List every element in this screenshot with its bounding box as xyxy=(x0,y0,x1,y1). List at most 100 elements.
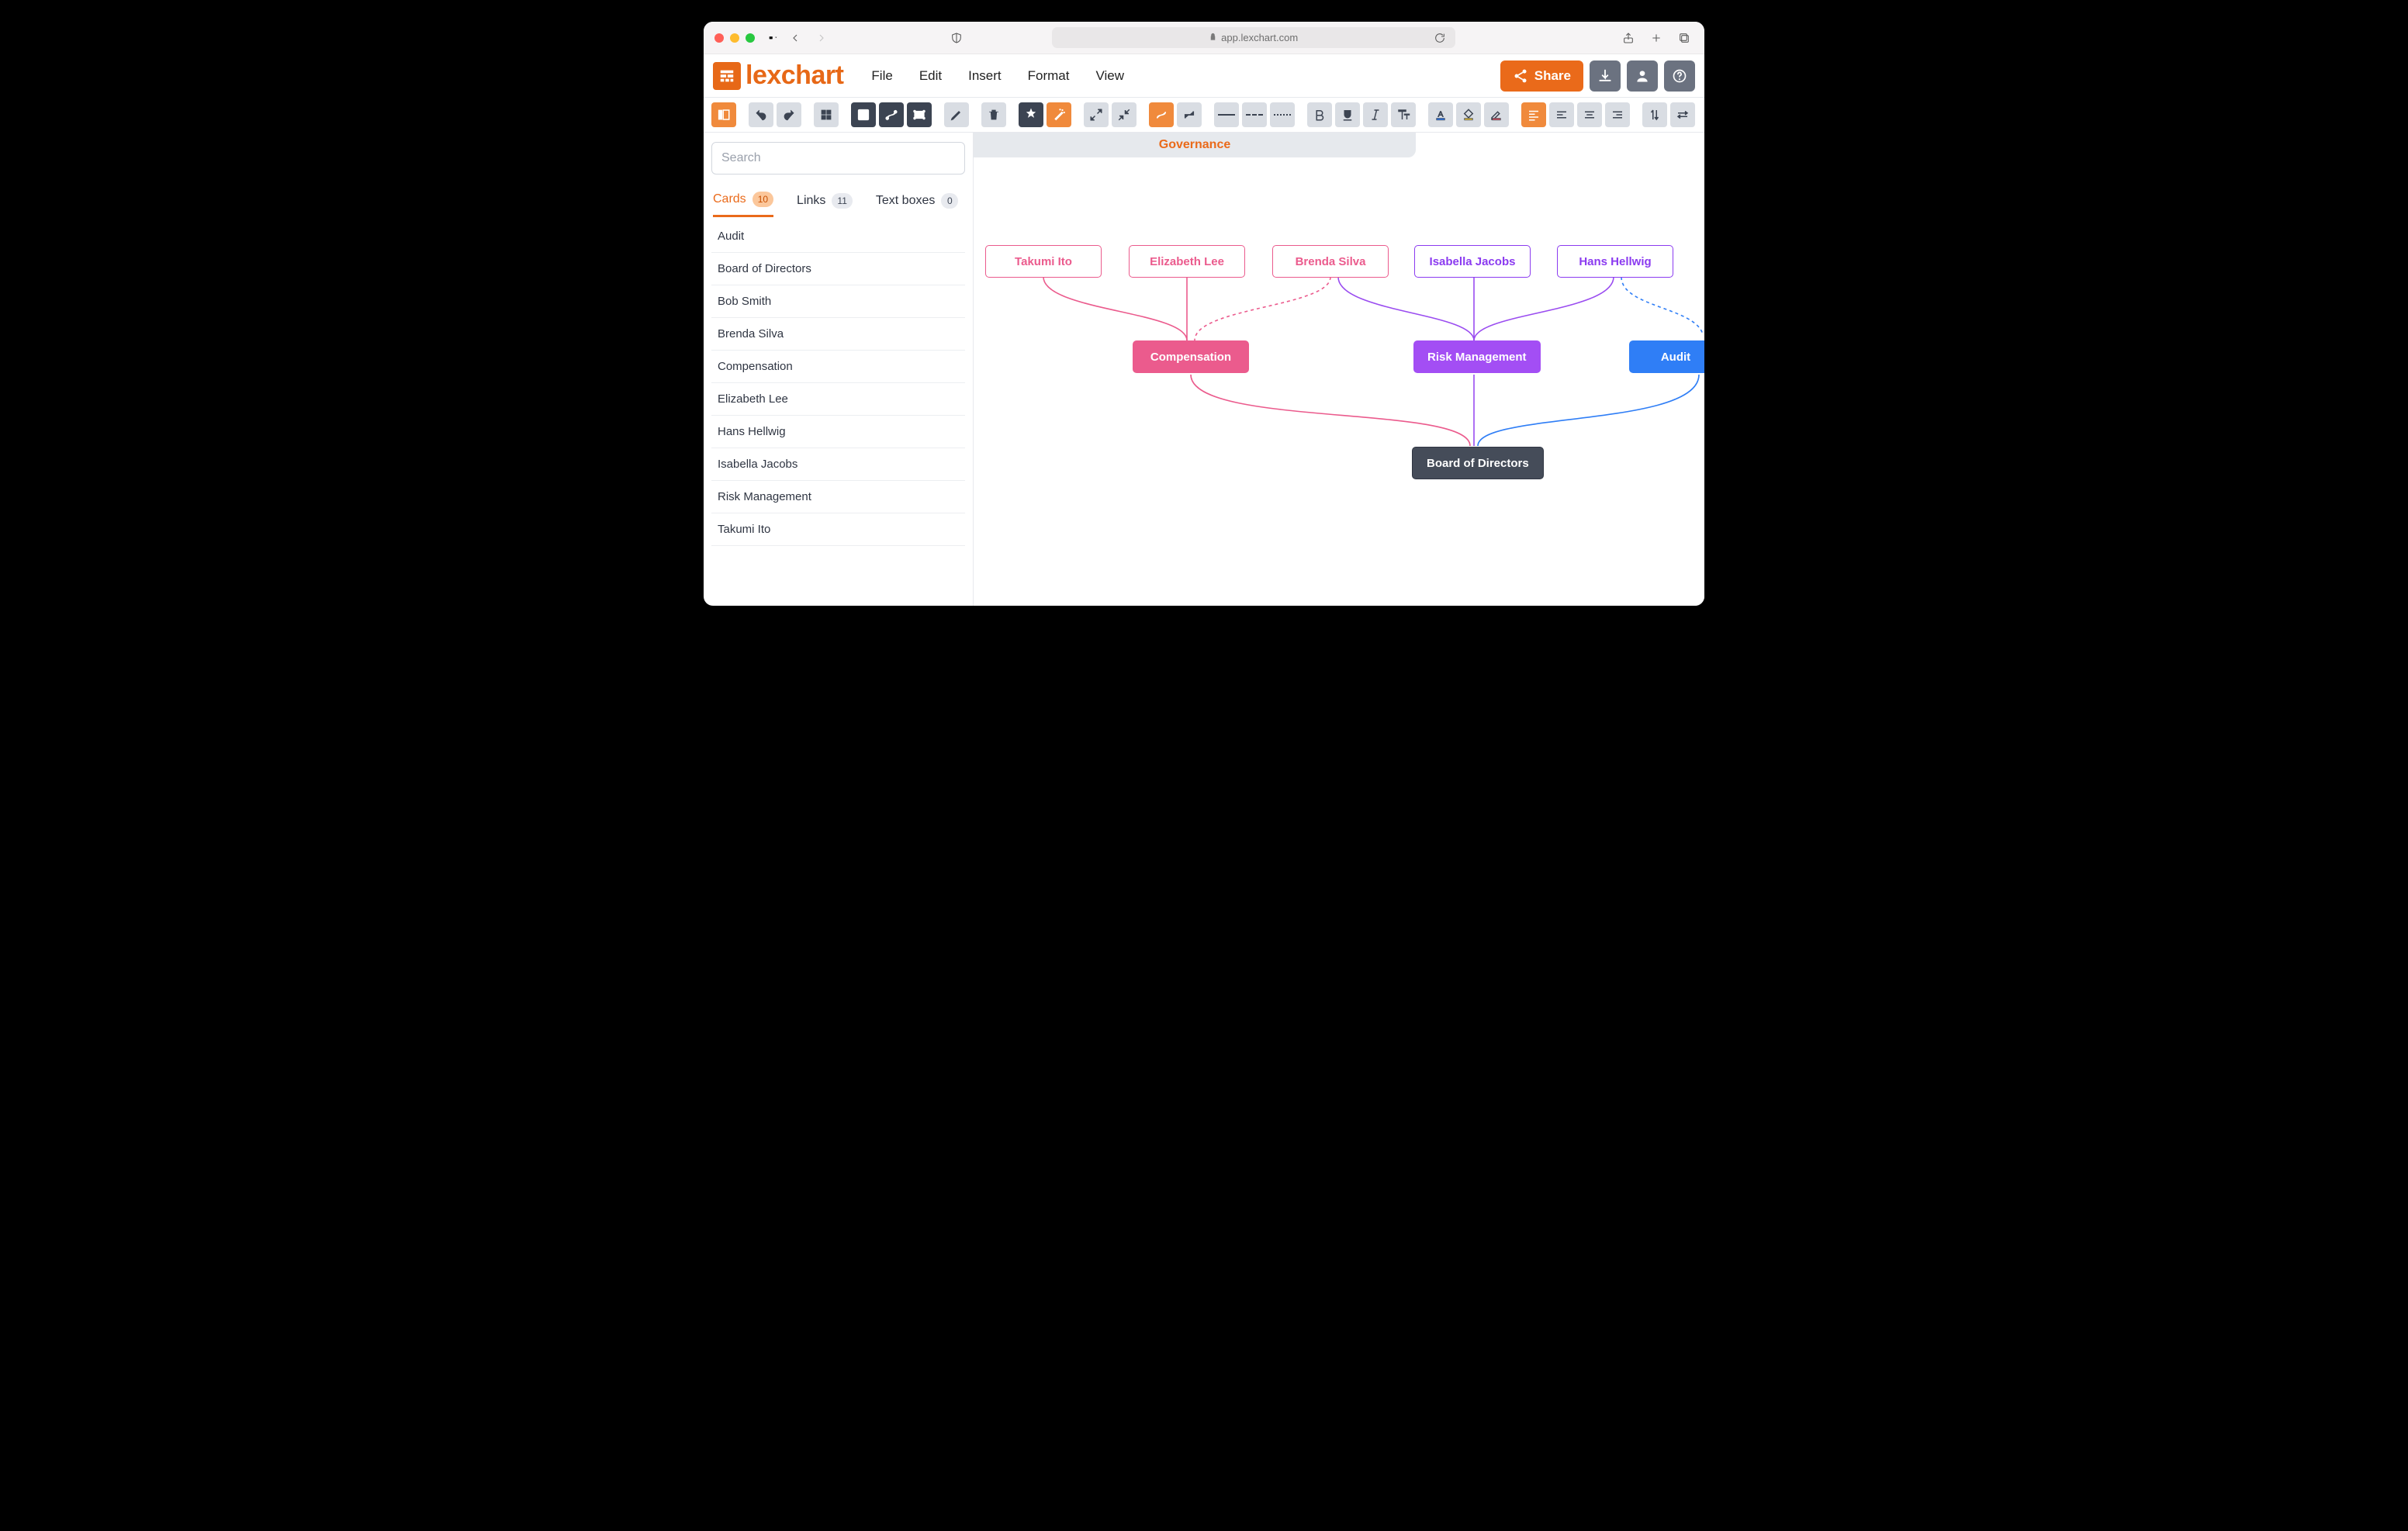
edit-pencil-button[interactable] xyxy=(944,102,969,127)
address-url: app.lexchart.com xyxy=(1221,32,1298,43)
menu-file[interactable]: File xyxy=(871,68,892,84)
node-risk[interactable]: Risk Management xyxy=(1413,340,1541,373)
app-header: lexchart File Edit Insert Format View Sh… xyxy=(704,54,1704,97)
minimize-window-button[interactable] xyxy=(730,33,739,43)
tab-count: 11 xyxy=(832,193,852,209)
add-card-button[interactable] xyxy=(851,102,876,127)
tab-cards[interactable]: Cards 10 xyxy=(713,192,773,217)
border-color-button[interactable] xyxy=(1484,102,1509,127)
bold-button[interactable] xyxy=(1307,102,1332,127)
menu-view[interactable]: View xyxy=(1095,68,1124,84)
nav-forward-button[interactable] xyxy=(812,29,831,47)
text-size-button[interactable] xyxy=(1391,102,1416,127)
line-dotted-button[interactable] xyxy=(1270,102,1295,127)
share-button[interactable]: Share xyxy=(1500,60,1583,92)
align-right-button[interactable] xyxy=(1605,102,1630,127)
node-takumi[interactable]: Takumi Ito xyxy=(985,245,1102,278)
svg-text:A: A xyxy=(918,112,922,118)
add-link-button[interactable] xyxy=(879,102,904,127)
line-dashed-button[interactable] xyxy=(1242,102,1267,127)
text-color-button[interactable]: A xyxy=(1428,102,1453,127)
list-item[interactable]: Bob Smith xyxy=(711,285,965,318)
link-lines xyxy=(974,133,1704,606)
italic-button[interactable] xyxy=(1363,102,1388,127)
direction-horizontal-button[interactable] xyxy=(1670,102,1695,127)
expand-button[interactable] xyxy=(1084,102,1109,127)
browser-chrome: app.lexchart.com xyxy=(704,22,1704,54)
browser-window: app.lexchart.com lexchart File xyxy=(704,22,1704,606)
underline-button[interactable] xyxy=(1335,102,1360,127)
new-tab-button[interactable] xyxy=(1647,29,1666,47)
toggle-panel-button[interactable] xyxy=(711,102,736,127)
app-logo[interactable]: lexchart xyxy=(713,60,843,91)
address-bar[interactable]: app.lexchart.com xyxy=(1052,27,1455,48)
sidebar-toggle-button[interactable] xyxy=(769,36,778,40)
align-left-active-button[interactable] xyxy=(1521,102,1546,127)
tab-count: 10 xyxy=(752,192,773,207)
account-button[interactable] xyxy=(1627,60,1658,92)
list-item[interactable]: Takumi Ito xyxy=(711,513,965,546)
node-board[interactable]: Board of Directors xyxy=(1412,447,1544,479)
list-item[interactable]: Board of Directors xyxy=(711,253,965,285)
zoom-window-button[interactable] xyxy=(746,33,755,43)
align-center-button[interactable] xyxy=(1577,102,1602,127)
list-item[interactable]: Elizabeth Lee xyxy=(711,383,965,416)
connector-elbow-button[interactable] xyxy=(1177,102,1202,127)
line-solid-button[interactable] xyxy=(1214,102,1239,127)
share-sheet-button[interactable] xyxy=(1619,29,1638,47)
main-menu: File Edit Insert Format View xyxy=(871,68,1124,84)
node-hans[interactable]: Hans Hellwig xyxy=(1557,245,1673,278)
direction-vertical-button[interactable] xyxy=(1642,102,1667,127)
browser-actions xyxy=(1619,29,1694,47)
tab-label: Cards xyxy=(713,192,746,206)
refresh-button[interactable] xyxy=(1431,29,1449,47)
tab-textboxes[interactable]: Text boxes 0 xyxy=(876,192,958,217)
tab-links[interactable]: Links 11 xyxy=(797,192,853,217)
tab-label: Links xyxy=(797,194,825,208)
window-controls xyxy=(714,33,755,43)
tabs-overview-button[interactable] xyxy=(1675,29,1694,47)
fill-color-button[interactable] xyxy=(1456,102,1481,127)
logo-mark-icon xyxy=(713,62,741,90)
canvas[interactable]: Governance Takumi Ito E xyxy=(974,133,1704,606)
collapse-button[interactable] xyxy=(1112,102,1137,127)
toolbar: A xyxy=(704,97,1704,133)
node-elizabeth[interactable]: Elizabeth Lee xyxy=(1129,245,1245,278)
document-tab[interactable]: Governance xyxy=(974,133,1416,157)
redo-button[interactable] xyxy=(777,102,801,127)
close-window-button[interactable] xyxy=(714,33,724,43)
undo-button[interactable] xyxy=(749,102,773,127)
list-item[interactable]: Compensation xyxy=(711,351,965,383)
menu-insert[interactable]: Insert xyxy=(968,68,1002,84)
menu-format[interactable]: Format xyxy=(1028,68,1070,84)
align-left-button[interactable] xyxy=(1549,102,1574,127)
privacy-shield-icon[interactable] xyxy=(947,29,966,47)
add-textbox-button[interactable]: A xyxy=(907,102,932,127)
card-list: Audit Board of Directors Bob Smith Brend… xyxy=(711,220,965,546)
node-brenda[interactable]: Brenda Silva xyxy=(1272,245,1389,278)
node-compensation[interactable]: Compensation xyxy=(1133,340,1249,373)
grid-view-button[interactable] xyxy=(814,102,839,127)
list-item[interactable]: Brenda Silva xyxy=(711,318,965,351)
menu-edit[interactable]: Edit xyxy=(919,68,942,84)
brand-text: lexchart xyxy=(746,60,843,91)
help-button[interactable] xyxy=(1664,60,1695,92)
search-input[interactable] xyxy=(711,142,965,175)
list-item[interactable]: Isabella Jacobs xyxy=(711,448,965,481)
delete-button[interactable] xyxy=(981,102,1006,127)
list-item[interactable]: Hans Hellwig xyxy=(711,416,965,448)
tab-label: Text boxes xyxy=(876,194,935,208)
download-button[interactable] xyxy=(1590,60,1621,92)
node-audit[interactable]: Audit xyxy=(1629,340,1704,373)
node-isabella[interactable]: Isabella Jacobs xyxy=(1414,245,1531,278)
document-title: Governance xyxy=(1159,138,1230,152)
magic-wand-button[interactable] xyxy=(1047,102,1071,127)
share-label: Share xyxy=(1534,68,1571,84)
nav-back-button[interactable] xyxy=(786,29,804,47)
list-item[interactable]: Audit xyxy=(711,220,965,253)
list-item[interactable]: Risk Management xyxy=(711,481,965,513)
share-icon xyxy=(1513,68,1528,84)
connector-curved-button[interactable] xyxy=(1149,102,1174,127)
tab-count: 0 xyxy=(941,193,958,209)
autolayout-button[interactable] xyxy=(1019,102,1043,127)
